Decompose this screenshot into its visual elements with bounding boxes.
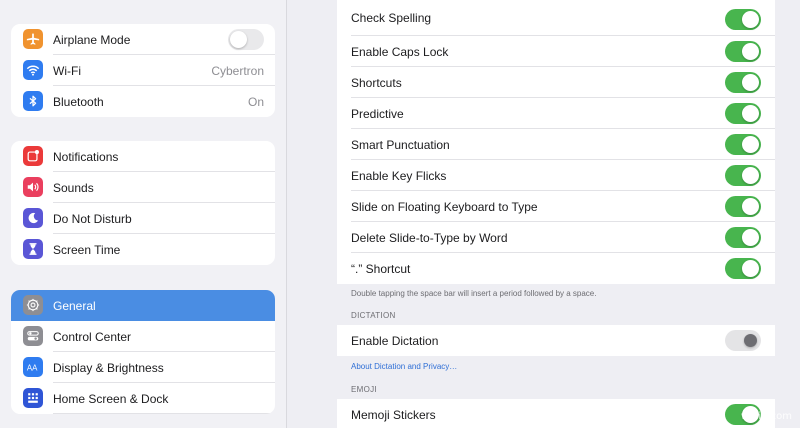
setting-row-enable-dictation: Enable Dictation: [337, 325, 775, 356]
smart-punctuation-toggle[interactable]: [725, 134, 761, 155]
enable-key-flicks-toggle[interactable]: [725, 165, 761, 186]
hourglass-icon: [23, 239, 43, 259]
airplane-icon: [23, 29, 43, 49]
bluetooth-status-value: On: [247, 94, 264, 109]
setting-label: Enable Caps Lock: [351, 44, 449, 59]
delete-slide-to-type-toggle[interactable]: [725, 227, 761, 248]
sidebar-item-label: Do Not Disturb: [53, 211, 132, 226]
sidebar-item-label: Screen Time: [53, 242, 121, 257]
emoji-card: Memoji Stickers: [337, 399, 775, 428]
bluetooth-icon: [23, 91, 43, 111]
notifications-icon: [23, 146, 43, 166]
setting-label: Delete Slide-to-Type by Word: [351, 230, 508, 245]
period-shortcut-footnote: Double tapping the space bar will insert…: [351, 289, 597, 298]
toggle-knob: [742, 43, 759, 60]
airplane-mode-toggle[interactable]: [228, 29, 264, 50]
toggle-knob: [742, 260, 759, 277]
sidebar-item-label: Sounds: [53, 180, 94, 195]
setting-row-period-shortcut: “.” Shortcut: [337, 253, 775, 284]
setting-row-enable-caps-lock: Enable Caps Lock: [337, 36, 775, 67]
setting-row-slide-floating-keyboard: Slide on Floating Keyboard to Type: [337, 191, 775, 222]
slide-floating-keyboard-toggle[interactable]: [725, 196, 761, 217]
wifi-network-value: Cybertron: [211, 63, 264, 78]
setting-label: “.” Shortcut: [351, 261, 411, 276]
toggle-knob: [742, 198, 759, 215]
period-shortcut-toggle[interactable]: [725, 258, 761, 279]
setting-label: Slide on Floating Keyboard to Type: [351, 199, 538, 214]
dictation-card: Enable Dictation: [337, 325, 775, 356]
setting-row-check-spelling: Check Spelling: [337, 0, 775, 36]
sidebar-item-label: Notifications: [53, 149, 119, 164]
setting-label: Check Spelling: [351, 11, 432, 25]
sidebar-item-do-not-disturb[interactable]: Do Not Disturb: [11, 203, 275, 234]
toggle-knob: [742, 105, 759, 122]
sidebar-group-attention: Notifications Sounds Do Not Disturb Scre…: [11, 141, 275, 265]
watermark-text: wfyid.com: [740, 411, 792, 422]
about-dictation-privacy-link[interactable]: About Dictation and Privacy…: [351, 362, 457, 371]
text-size-icon: AA: [23, 357, 43, 377]
keyboard-options-card: Check Spelling Enable Caps Lock Shortcut…: [337, 0, 775, 284]
sidebar-item-general[interactable]: General: [11, 290, 275, 321]
toggle-knob: [742, 229, 759, 246]
setting-row-enable-key-flicks: Enable Key Flicks: [337, 160, 775, 191]
toggle-knob: [742, 11, 759, 28]
sidebar-item-label: General: [53, 298, 96, 313]
enable-dictation-toggle[interactable]: [725, 330, 761, 351]
toggle-knob: [742, 74, 759, 91]
keyboard-settings-pane: Check Spelling Enable Caps Lock Shortcut…: [287, 0, 800, 428]
sidebar-item-home-screen-dock[interactable]: Home Screen & Dock: [11, 383, 275, 414]
sidebar-item-airplane-mode[interactable]: Airplane Mode: [11, 24, 275, 55]
sidebar-item-screen-time[interactable]: Screen Time: [11, 234, 275, 265]
speaker-icon: [23, 177, 43, 197]
sidebar-item-control-center[interactable]: Control Center: [11, 321, 275, 352]
sidebar-item-bluetooth[interactable]: Bluetooth On: [11, 86, 275, 117]
dictation-section-header: DICTATION: [351, 311, 396, 320]
sidebar-item-sounds[interactable]: Sounds: [11, 172, 275, 203]
setting-label: Smart Punctuation: [351, 137, 450, 152]
setting-row-smart-punctuation: Smart Punctuation: [337, 129, 775, 160]
sidebar-item-display-brightness[interactable]: AA Display & Brightness: [11, 352, 275, 383]
toggle-knob: [744, 334, 757, 347]
sidebar-item-notifications[interactable]: Notifications: [11, 141, 275, 172]
row-divider: [53, 413, 275, 414]
switches-icon: [23, 326, 43, 346]
sidebar-item-label: Airplane Mode: [53, 32, 131, 47]
setting-row-shortcuts: Shortcuts: [337, 67, 775, 98]
setting-row-predictive: Predictive: [337, 98, 775, 129]
setting-label: Predictive: [351, 106, 404, 121]
emoji-section-header: EMOJI: [351, 385, 377, 394]
setting-row-delete-slide-to-type: Delete Slide-to-Type by Word: [337, 222, 775, 253]
svg-text:AA: AA: [27, 364, 38, 373]
grid-icon: [23, 388, 43, 408]
sidebar-item-wifi[interactable]: Wi-Fi Cybertron: [11, 55, 275, 86]
sidebar-item-label: Control Center: [53, 329, 132, 344]
sidebar-group-system: General Control Center AA Display & Brig…: [11, 290, 275, 414]
toggle-knob: [742, 167, 759, 184]
setting-label: Enable Key Flicks: [351, 168, 447, 183]
moon-icon: [23, 208, 43, 228]
enable-caps-lock-toggle[interactable]: [725, 41, 761, 62]
sidebar-item-label: Bluetooth: [53, 94, 104, 109]
wifi-icon: [23, 60, 43, 80]
check-spelling-toggle[interactable]: [725, 9, 761, 30]
toggle-knob: [230, 31, 247, 48]
sidebar-item-label: Display & Brightness: [53, 360, 164, 375]
gear-icon: [23, 295, 43, 315]
sidebar-group-connectivity: Airplane Mode Wi-Fi Cybertron Bluetooth …: [11, 24, 275, 117]
sidebar-item-label: Home Screen & Dock: [53, 391, 169, 406]
setting-label: Shortcuts: [351, 75, 402, 90]
setting-label: Enable Dictation: [351, 333, 439, 348]
shortcuts-toggle[interactable]: [725, 72, 761, 93]
sidebar-item-label: Wi-Fi: [53, 63, 81, 78]
settings-sidebar: Airplane Mode Wi-Fi Cybertron Bluetooth …: [0, 0, 287, 428]
setting-label: Memoji Stickers: [351, 407, 436, 422]
setting-row-memoji-stickers: Memoji Stickers: [337, 399, 775, 428]
toggle-knob: [742, 136, 759, 153]
predictive-toggle[interactable]: [725, 103, 761, 124]
